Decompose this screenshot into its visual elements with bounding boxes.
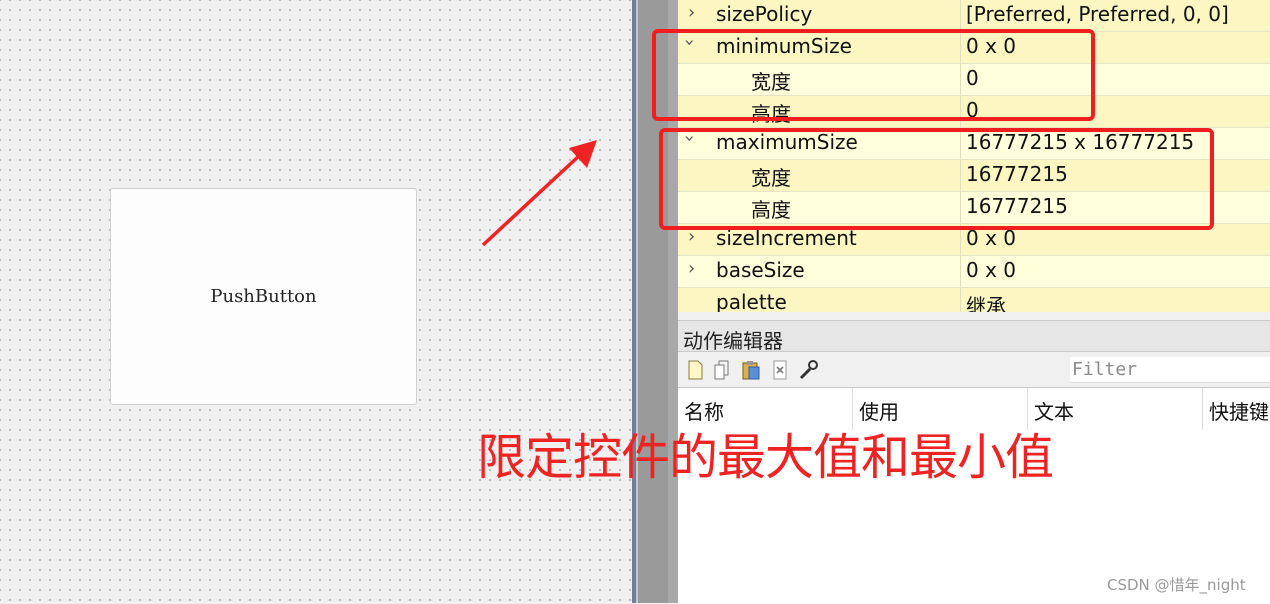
column-header-text[interactable]: 文本 — [1028, 388, 1203, 430]
watermark: CSDN @惜年_night — [1107, 576, 1246, 594]
form-canvas[interactable]: PushButton — [0, 0, 632, 603]
chevron-right-icon[interactable]: › — [688, 258, 695, 279]
copy-action-icon[interactable] — [711, 359, 733, 381]
minimum-size-highlight — [652, 29, 1095, 121]
annotation-caption: 限定控件的最大值和最小值 — [477, 429, 1054, 486]
delete-action-icon[interactable] — [769, 359, 791, 381]
property-name: palette — [716, 290, 787, 312]
filter-input[interactable] — [1070, 357, 1270, 383]
new-action-icon[interactable] — [684, 359, 706, 381]
chevron-right-icon[interactable]: › — [688, 2, 695, 23]
action-editor-toolbar — [678, 353, 1270, 387]
configure-icon[interactable] — [798, 359, 820, 381]
property-name: sizePolicy — [716, 2, 813, 26]
property-row-sizepolicy[interactable]: › sizePolicy [Preferred, Preferred, 0, 0] — [678, 0, 1270, 32]
property-value[interactable]: [Preferred, Preferred, 0, 0] — [966, 2, 1229, 26]
property-row-basesize[interactable]: › baseSize 0 x 0 — [678, 256, 1270, 288]
push-button[interactable]: PushButton — [110, 188, 417, 405]
maximum-size-highlight — [659, 128, 1214, 230]
action-editor-title: 动作编辑器 — [678, 320, 1270, 353]
paste-action-icon[interactable] — [739, 359, 761, 381]
column-header-shortcut[interactable]: 快捷键 — [1203, 388, 1270, 430]
property-value[interactable]: 0 x 0 — [966, 258, 1016, 282]
property-row-palette[interactable]: palette 继承 — [678, 288, 1270, 312]
property-value[interactable]: 继承 — [966, 290, 1006, 312]
property-name: baseSize — [716, 258, 805, 282]
action-editor-title-text: 动作编辑器 — [683, 329, 783, 353]
